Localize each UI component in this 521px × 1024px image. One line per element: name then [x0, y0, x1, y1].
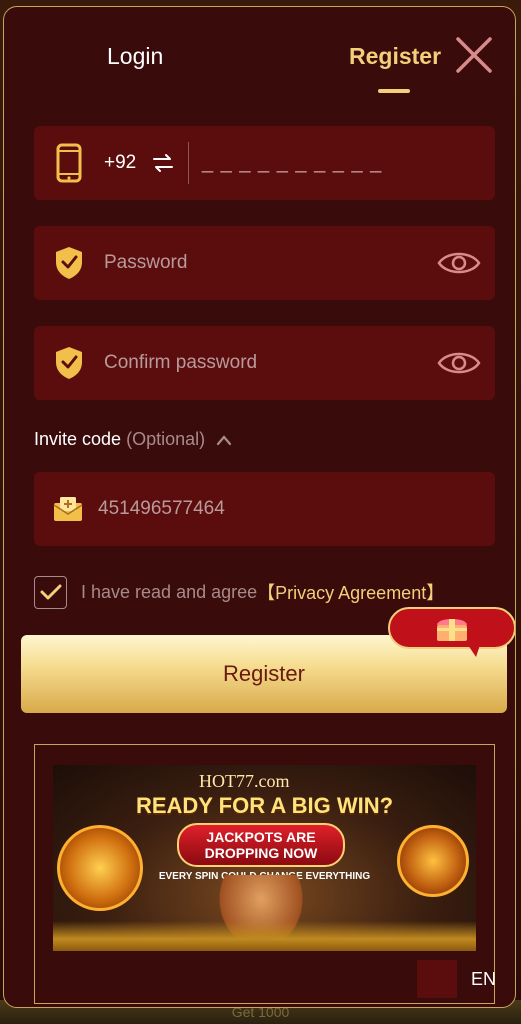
invite-optional-label: (Optional) — [126, 429, 206, 449]
language-flag — [417, 960, 457, 998]
gift-badge[interactable] — [388, 607, 515, 649]
invite-code-input[interactable]: 451496577464 — [98, 498, 225, 520]
banner-coins-image — [53, 921, 476, 951]
tab-login[interactable]: Login — [107, 43, 163, 70]
auth-tabs: Login Register — [4, 7, 515, 107]
invite-code-label: Invite code — [34, 429, 122, 449]
invite-code-field[interactable]: 451496577464 — [34, 472, 495, 546]
password-field[interactable]: Password — [34, 226, 495, 300]
banner-pill-line2: DROPPING NOW — [204, 845, 318, 861]
password-input[interactable]: Password — [104, 252, 187, 274]
register-dialog: Login Register +92 _ _ _ _ _ _ _ _ _ _ P… — [3, 6, 516, 1008]
promo-banner[interactable]: HOT77.com READY FOR A BIG WIN? JACKPOTS … — [53, 765, 476, 951]
close-icon — [456, 37, 492, 73]
check-icon — [40, 584, 61, 600]
envelope-plus-icon — [53, 497, 83, 521]
eye-icon[interactable] — [437, 248, 481, 278]
phone-field[interactable]: +92 _ _ _ _ _ _ _ _ _ _ — [34, 126, 495, 200]
confirm-password-field[interactable]: Confirm password — [34, 326, 495, 400]
banner-headline: READY FOR A BIG WIN? — [135, 793, 394, 818]
treasure-chest-icon — [57, 825, 143, 911]
active-tab-indicator — [378, 89, 410, 93]
language-selector[interactable]: EN — [417, 960, 512, 998]
banner-jackpot-pill: JACKPOTS ARE DROPPING NOW — [177, 823, 345, 867]
treasure-chest-icon — [397, 825, 469, 897]
gift-badge-tail — [468, 645, 480, 657]
chevron-up-icon — [217, 435, 232, 446]
phone-input[interactable]: _ _ _ _ _ _ _ _ _ _ — [202, 152, 382, 175]
invite-code-toggle[interactable]: Invite code (Optional) — [34, 429, 232, 450]
language-label: EN — [471, 968, 497, 989]
agreement-checkbox[interactable] — [34, 575, 67, 609]
banner-pill-line1: JACKPOTS ARE — [206, 829, 316, 845]
shield-check-icon — [56, 247, 82, 279]
phone-icon — [56, 143, 82, 183]
eye-icon[interactable] — [437, 348, 481, 378]
confirm-password-input[interactable]: Confirm password — [104, 352, 257, 374]
swap-icon[interactable] — [152, 152, 174, 174]
shield-check-icon — [56, 347, 82, 379]
agreement-text: I have read and agree — [81, 581, 258, 602]
banner-logo: HOT77.com — [199, 771, 290, 791]
close-button[interactable] — [454, 35, 494, 75]
field-divider — [188, 142, 189, 184]
country-code[interactable]: +92 — [104, 152, 136, 174]
tab-register[interactable]: Register — [349, 43, 441, 70]
gift-chest-icon — [437, 619, 467, 641]
privacy-agreement-link[interactable]: 【Privacy Agreement】 — [257, 579, 444, 605]
agreement-row: I have read and agree 【Privacy Agreement… — [34, 574, 444, 610]
